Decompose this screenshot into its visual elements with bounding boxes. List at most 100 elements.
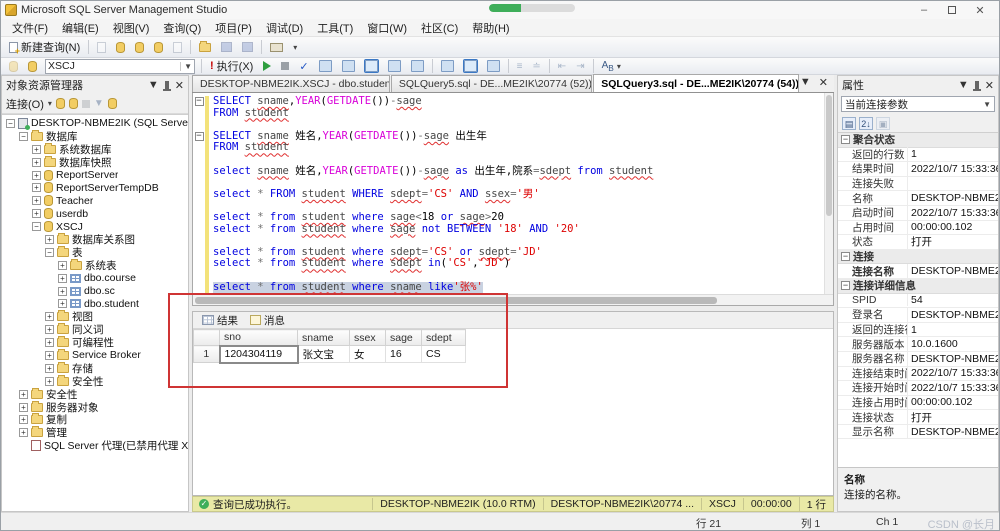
close-icon[interactable]: ✕ [175, 79, 184, 92]
comment-button[interactable]: ≡ [512, 59, 528, 74]
menu-item[interactable]: 调试(D) [259, 18, 310, 38]
properties-object-combobox[interactable]: 当前连接参数 ▼ [841, 96, 995, 112]
query-options-button[interactable] [337, 58, 360, 74]
expand-icon[interactable]: + [45, 351, 54, 360]
property-row[interactable]: 连接占用时间00:00:00.102 [838, 396, 998, 411]
window-position-icon[interactable]: ▼ [958, 79, 969, 91]
new-xmla-query-button[interactable] [149, 40, 168, 55]
expand-icon[interactable]: + [58, 287, 67, 296]
cancel-query-button[interactable] [276, 60, 294, 72]
tree-item[interactable]: +dbo.student [2, 297, 188, 310]
client-statistics-button[interactable] [406, 58, 429, 74]
tree-item[interactable]: +dbo.course [2, 272, 188, 285]
property-row[interactable]: SPID54 [838, 294, 998, 309]
expand-icon[interactable]: + [19, 403, 28, 412]
row-header[interactable]: 1 [194, 346, 220, 363]
property-category[interactable]: −聚合状态 [838, 133, 998, 148]
intellisense-button[interactable] [360, 58, 383, 74]
tree-item[interactable]: +服务器对象 [2, 401, 188, 414]
grid-cell[interactable]: 16 [386, 346, 422, 363]
tree-item[interactable]: +ReportServer [2, 169, 188, 182]
window-position-icon[interactable]: ▼ [148, 79, 159, 91]
expand-icon[interactable]: + [58, 261, 67, 270]
results-to-grid-button[interactable] [459, 58, 482, 74]
expand-icon[interactable]: + [32, 183, 41, 192]
blank-doc-button[interactable] [168, 40, 187, 55]
expand-icon[interactable]: + [32, 158, 41, 167]
property-row[interactable]: 显示名称DESKTOP-NBME2IK [838, 425, 998, 440]
property-row[interactable]: 连接结束时间2022/10/7 15:33:36 [838, 367, 998, 382]
expand-icon[interactable]: + [32, 209, 41, 218]
expand-icon[interactable]: + [45, 338, 54, 347]
menu-item[interactable]: 社区(C) [414, 18, 465, 38]
property-row[interactable]: 名称DESKTOP-NBME2IK [838, 191, 998, 206]
property-row[interactable]: 返回的连接行数1 [838, 323, 998, 338]
parse-button[interactable]: ✓ [294, 58, 313, 75]
refresh-icon[interactable] [56, 98, 65, 109]
new-database-query-button[interactable] [111, 40, 130, 55]
minimize-button[interactable]: – [917, 4, 931, 16]
collapse-icon[interactable]: − [841, 135, 850, 144]
include-actual-plan-button[interactable] [383, 58, 406, 74]
fold-collapse-icon[interactable]: − [195, 132, 204, 141]
execute-button[interactable]: ! 执行(X) [205, 56, 258, 76]
menu-item[interactable]: 编辑(E) [55, 18, 106, 38]
collapse-icon[interactable]: − [19, 132, 28, 141]
document-tab[interactable]: SQLQuery3.sql - DE...ME2IK\20774 (54))* [593, 74, 799, 92]
property-category[interactable]: −连接详细信息 [838, 279, 998, 294]
grid-cell[interactable]: 1204304119 [220, 346, 298, 363]
tree-item[interactable]: +userdb [2, 207, 188, 220]
expand-icon[interactable]: + [32, 171, 41, 180]
expand-icon[interactable]: + [58, 274, 67, 283]
tree-item[interactable]: +安全性 [2, 375, 188, 388]
fold-collapse-icon[interactable]: − [195, 97, 204, 106]
tree-item[interactable]: +Teacher [2, 194, 188, 207]
menu-item[interactable]: 工具(T) [310, 18, 360, 38]
sql-editor[interactable]: −SELECT sname,YEAR(GETDATE())-sageFROM s… [193, 93, 833, 294]
toolbar-overflow-button[interactable]: ▾ [288, 41, 302, 54]
results-to-file-button[interactable] [482, 58, 505, 74]
expand-icon[interactable]: + [45, 312, 54, 321]
tree-item[interactable]: +系统表 [2, 259, 188, 272]
results-tab[interactable]: 结果 [197, 312, 243, 329]
property-row[interactable]: 登录名DESKTOP-NBME2IK [838, 308, 998, 323]
expand-icon[interactable]: + [45, 364, 54, 373]
debug-button[interactable] [258, 59, 276, 73]
database-combobox[interactable]: XSCJ ▼ [45, 59, 195, 74]
activity-icon[interactable] [108, 98, 117, 109]
pin-icon[interactable] [165, 81, 169, 89]
property-row[interactable]: 占用时间00:00:00.102 [838, 221, 998, 236]
editor-horizontal-scrollbar[interactable] [193, 294, 833, 305]
uncomment-button[interactable]: ≐ [527, 59, 545, 74]
column-header-sno[interactable]: sno [220, 330, 298, 346]
grid-corner[interactable] [194, 330, 220, 346]
menu-item[interactable]: 帮助(H) [465, 18, 516, 38]
column-header-sage[interactable]: sage [386, 330, 422, 346]
close-icon[interactable]: ✕ [985, 79, 994, 92]
specify-template-values-button[interactable]: AB▾ [597, 58, 626, 75]
expand-icon[interactable]: + [32, 196, 41, 205]
menu-item[interactable]: 视图(V) [106, 18, 157, 38]
menu-item[interactable]: 项目(P) [208, 18, 259, 38]
save-all-button[interactable] [237, 40, 258, 54]
property-row[interactable]: 连接名称DESKTOP-NBME2IK [838, 264, 998, 279]
tree-item[interactable]: SQL Server 代理(已禁用代理 XP) [2, 439, 188, 452]
grid-cell[interactable]: 女 [350, 346, 386, 363]
decrease-indent-button[interactable]: ⇤ [553, 59, 571, 74]
collapse-icon[interactable]: − [45, 248, 54, 257]
property-row[interactable]: 状态打开 [838, 235, 998, 250]
connect-button[interactable]: 连接(O) [6, 96, 44, 112]
property-category[interactable]: −连接 [838, 250, 998, 265]
grid-cell[interactable]: CS [422, 346, 466, 363]
messages-tab[interactable]: 消息 [245, 312, 290, 329]
property-row[interactable]: 连接开始时间2022/10/7 15:33:36 [838, 381, 998, 396]
tree-item[interactable]: +ReportServerTempDB [2, 181, 188, 194]
column-header-sdept[interactable]: sdept [422, 330, 466, 346]
tree-item[interactable]: +Service Broker [2, 349, 188, 362]
document-tab[interactable]: DESKTOP-NBME2IK.XSCJ - dbo.student [192, 75, 390, 92]
tree-item[interactable]: +可编程性 [2, 336, 188, 349]
menu-item[interactable]: 窗口(W) [360, 18, 414, 38]
collapse-icon[interactable]: − [841, 252, 850, 261]
categorized-view-icon[interactable]: ▤ [842, 117, 856, 130]
results-to-text-button[interactable] [436, 58, 459, 74]
